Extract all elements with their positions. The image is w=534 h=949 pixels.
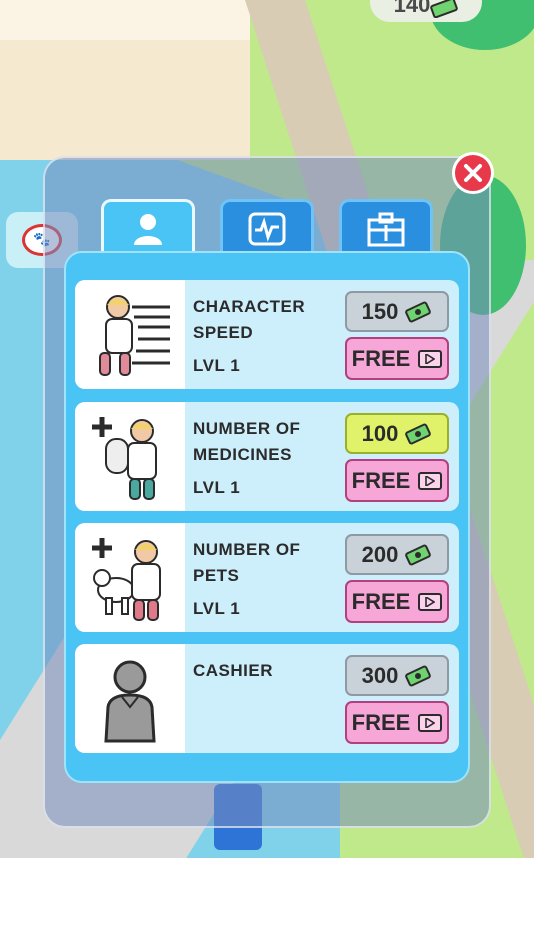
tab-staff[interactable] (101, 199, 195, 255)
free-label: FREE (351, 345, 411, 371)
free-label: FREE (351, 709, 411, 735)
free-upgrade-button[interactable]: FREE (345, 459, 449, 502)
buy-button[interactable]: 300 (345, 655, 449, 696)
buy-button[interactable]: 100 (345, 413, 449, 454)
doctor-pet-icon (75, 523, 185, 632)
upgrade-level: LVL 1 (193, 356, 241, 375)
price-value: 200 (361, 541, 399, 567)
money-value: 140 (393, 0, 431, 17)
play-video-icon (418, 349, 443, 368)
play-video-icon (418, 592, 443, 611)
cash-icon (405, 423, 432, 444)
free-upgrade-button[interactable]: FREE (345, 337, 449, 380)
upgrade-title: CASHIER (193, 661, 274, 680)
free-label: FREE (351, 588, 411, 614)
play-video-icon (418, 471, 443, 490)
money-counter: 140 (370, 0, 482, 22)
doctor-medicine-icon (75, 402, 185, 511)
price-value: 150 (361, 298, 399, 324)
tab-pharmacy[interactable] (339, 199, 433, 255)
close-button[interactable] (452, 152, 494, 194)
upgrade-title: NUMBER OF PETS (193, 540, 301, 585)
cash-icon (430, 0, 459, 18)
free-upgrade-button[interactable]: FREE (345, 580, 449, 623)
person-icon (134, 213, 162, 245)
buy-button[interactable]: 200 (345, 534, 449, 575)
upgrade-title: NUMBER OF MEDICINES (193, 419, 301, 464)
play-video-icon (418, 713, 443, 732)
upgrade-card-cashier: CASHIER 300 FREE (75, 644, 459, 753)
monitor-icon (248, 212, 286, 245)
upgrade-level: LVL 1 (193, 478, 241, 497)
price-value: 100 (361, 420, 399, 446)
clinic-roof (0, 0, 250, 40)
upgrade-card-pets: NUMBER OF PETS LVL 1 200 FREE (75, 523, 459, 632)
free-upgrade-button[interactable]: FREE (345, 701, 449, 744)
upgrade-card-medicines: NUMBER OF MEDICINES LVL 1 100 FREE (75, 402, 459, 511)
upgrade-level: LVL 1 (193, 599, 241, 618)
free-label: FREE (351, 467, 411, 493)
cash-icon (405, 301, 432, 322)
upgrade-title: CHARACTER SPEED (193, 297, 306, 342)
running-doctor-icon (75, 280, 185, 389)
upgrade-card-character-speed: CHARACTER SPEED LVL 1 150 FREE (75, 280, 459, 389)
tab-equipment[interactable] (220, 199, 314, 255)
price-value: 300 (361, 662, 399, 688)
close-icon (464, 164, 482, 182)
cash-icon (405, 665, 432, 686)
medkit-icon (367, 212, 405, 246)
cash-icon (405, 544, 432, 565)
buy-button[interactable]: 150 (345, 291, 449, 332)
cashier-silhouette-icon (75, 644, 185, 753)
